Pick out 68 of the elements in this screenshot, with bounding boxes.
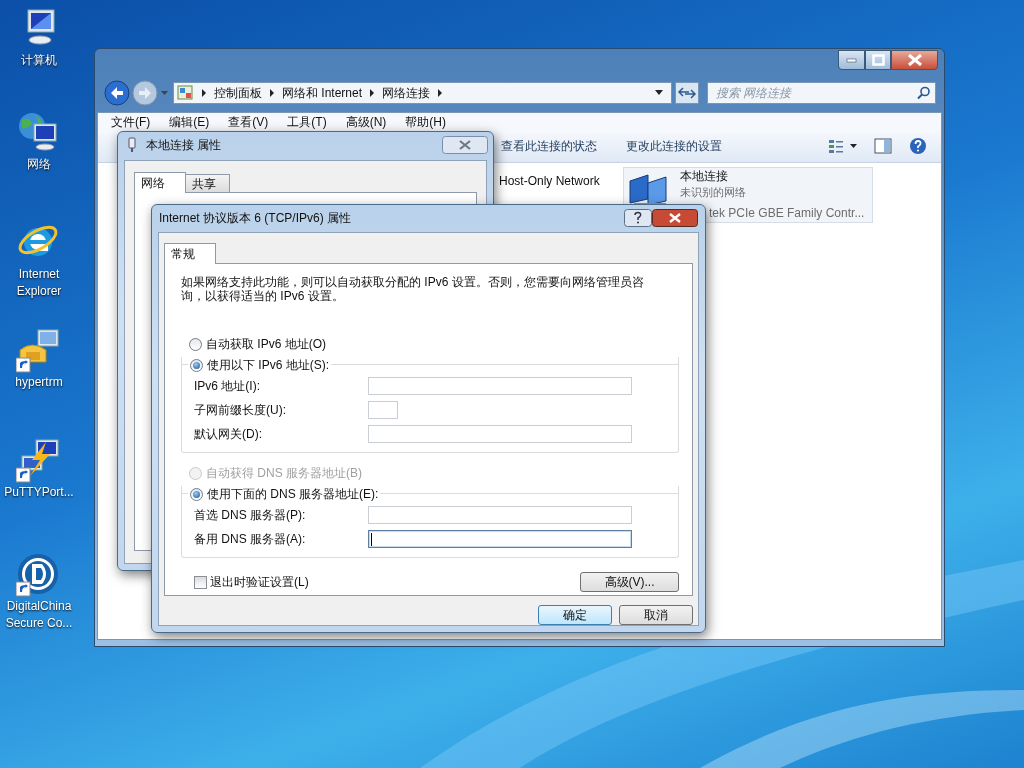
refresh-button[interactable] <box>674 82 699 104</box>
icon-label[interactable]: DigitalChina Secure Co... <box>1 598 77 632</box>
maximize-button[interactable] <box>865 50 891 70</box>
tab[interactable]: 常规 <box>164 243 216 264</box>
minimize-icon <box>846 57 857 63</box>
breadcrumb[interactable]: 控制面板 <box>213 84 263 102</box>
input-field[interactable] <box>368 377 632 395</box>
lightning-monitor-icon[interactable] <box>16 438 62 484</box>
connection-name: 本地连接 <box>680 169 729 183</box>
dialog-button[interactable]: 确定 <box>538 605 612 625</box>
preview-pane-icon[interactable] <box>874 138 892 154</box>
network-plug-icon <box>126 137 138 153</box>
caret-icon[interactable] <box>160 89 169 97</box>
breadcrumb[interactable]: 网络连接 <box>381 84 432 102</box>
breadcrumb[interactable]: 网络和 Internet <box>281 84 364 102</box>
field-label: 子网前缀长度(U): <box>194 402 287 419</box>
menu-item[interactable]: 文件(F) <box>108 112 154 131</box>
control-panel-icon <box>177 85 195 101</box>
input-field[interactable] <box>368 401 398 419</box>
address-bar[interactable]: 控制面板 网络和 Internet 网络连接 <box>173 82 672 104</box>
connection-name[interactable]: Host-Only Network <box>499 172 623 190</box>
icon-label[interactable]: Internet Explorer <box>1 266 77 300</box>
help-icon[interactable] <box>909 137 927 155</box>
tab[interactable]: 网络 <box>134 172 186 193</box>
back-button[interactable] <box>104 80 130 106</box>
radio-button[interactable] <box>189 337 202 351</box>
minimize-button[interactable] <box>838 50 865 70</box>
maximize-icon <box>871 54 885 66</box>
description-text: 如果网络支持此功能，则可以自动获取分配的 IPv6 设置。否则，您需要向网络管理员咨询，以获得适当的 IPv6 设置。 <box>181 275 645 303</box>
icon-label[interactable]: hypertrm <box>1 374 77 391</box>
checkbox-label[interactable]: 退出时验证设置(L) <box>210 573 309 591</box>
field-label: 备用 DNS 服务器(A): <box>194 531 307 548</box>
icon-label[interactable]: PuTTYPort... <box>1 484 77 501</box>
view-options-icon[interactable] <box>828 138 858 154</box>
radio-button[interactable] <box>190 358 203 372</box>
icon-label[interactable]: 计算机 <box>1 52 77 69</box>
menu-item[interactable]: 工具(T) <box>284 112 330 131</box>
field-label: 默认网关(D): <box>194 426 263 443</box>
field-label: 首选 DNS 服务器(P): <box>194 507 307 524</box>
tab[interactable]: 共享 <box>185 174 230 192</box>
checkbox[interactable] <box>194 575 207 589</box>
dialog-title: 本地连接 属性 <box>146 137 223 154</box>
command-button[interactable]: 更改此连接的设置 <box>626 137 722 155</box>
search-icon <box>917 86 931 100</box>
search-field[interactable]: 搜索 网络连接 <box>706 82 936 104</box>
connection-status: 未识别的网络 <box>680 185 747 199</box>
help-button[interactable] <box>624 208 652 227</box>
menu-item[interactable]: 查看(V) <box>225 112 272 131</box>
adapter-name: tek PCIe GBE Family Contr... <box>709 206 865 220</box>
close-button[interactable] <box>652 208 698 227</box>
radio-label[interactable]: 自动获取 IPv6 地址(O) <box>206 335 326 353</box>
close-button[interactable] <box>891 50 938 70</box>
radio-button[interactable] <box>190 487 203 501</box>
advanced-button[interactable]: 高级(V)... <box>580 572 679 592</box>
menu-item[interactable]: 编辑(E) <box>166 112 213 131</box>
menu-item[interactable]: 高级(N) <box>342 112 390 131</box>
command-button[interactable]: 查看此连接的状态 <box>501 137 597 155</box>
icon-label[interactable]: 网络 <box>1 156 77 173</box>
dropdown-icon[interactable] <box>653 89 666 97</box>
close-icon <box>907 54 922 66</box>
input-field[interactable] <box>368 530 632 548</box>
telephone-icon[interactable] <box>16 328 62 374</box>
dialog-button[interactable]: 取消 <box>619 605 693 625</box>
field-label: IPv6 地址(I): <box>194 378 261 395</box>
menu-item[interactable]: 帮助(H) <box>402 112 449 131</box>
dialog-title: Internet 协议版本 6 (TCP/IPv6) 属性 <box>159 209 353 227</box>
input-field[interactable] <box>368 425 632 443</box>
input-field[interactable] <box>368 506 632 524</box>
